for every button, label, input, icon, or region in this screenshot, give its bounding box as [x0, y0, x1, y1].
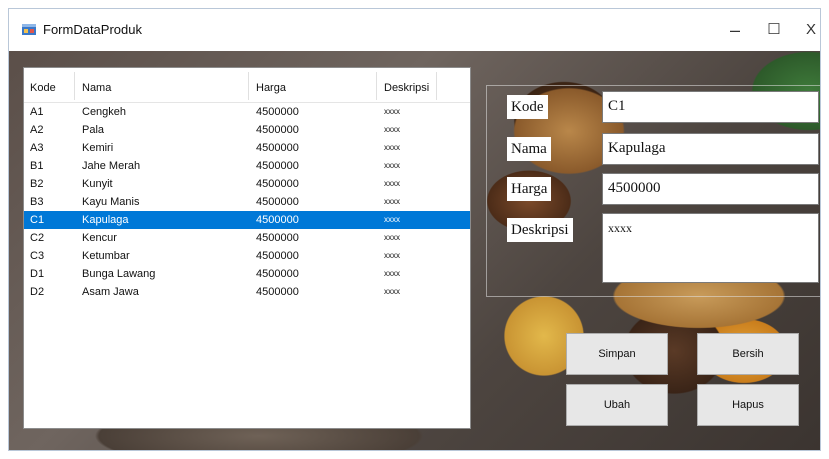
cell-harga: 4500000: [256, 214, 299, 226]
bersih-button[interactable]: Bersih: [697, 333, 799, 375]
cell-deskripsi: xxxx: [384, 215, 400, 224]
cell-kode: B3: [30, 196, 44, 208]
kode-field[interactable]: C1: [602, 91, 819, 123]
cell-kode: B2: [30, 178, 44, 190]
app-window: FormDataProduk – ☐ X Kode Nama Harga Des…: [8, 8, 821, 451]
cell-deskripsi: xxxx: [384, 107, 400, 116]
cell-deskripsi: xxxx: [384, 287, 400, 296]
cell-kode: A2: [30, 124, 44, 136]
window-title: FormDataProduk: [43, 22, 142, 37]
minimize-button[interactable]: –: [715, 15, 755, 45]
cell-harga: 4500000: [256, 142, 299, 154]
deskripsi-textarea[interactable]: xxxx: [602, 213, 819, 283]
cell-kode: B1: [30, 160, 44, 172]
nama-label: Nama: [507, 137, 551, 161]
column-header-kode[interactable]: Kode: [30, 82, 56, 94]
cell-harga: 4500000: [256, 106, 299, 118]
cell-deskripsi: xxxx: [384, 125, 400, 134]
cell-deskripsi: xxxx: [384, 161, 400, 170]
column-header-harga[interactable]: Harga: [256, 82, 286, 94]
table-row[interactable]: D2 Asam Jawa 4500000 xxxx: [24, 283, 470, 301]
listview-header: Kode Nama Harga Deskripsi: [24, 68, 470, 103]
table-row[interactable]: D1 Bunga Lawang 4500000 xxxx: [24, 265, 470, 283]
cell-deskripsi: xxxx: [384, 251, 400, 260]
cell-nama: Kunyit: [82, 178, 113, 190]
cell-harga: 4500000: [256, 178, 299, 190]
cell-nama: Jahe Merah: [82, 160, 141, 172]
harga-label: Harga: [507, 177, 552, 201]
close-button[interactable]: X: [791, 15, 820, 45]
app-form-icon: [22, 24, 36, 35]
cell-harga: 4500000: [256, 196, 299, 208]
cell-kode: A1: [30, 106, 44, 118]
cell-deskripsi: xxxx: [384, 179, 400, 188]
ubah-button[interactable]: Ubah: [566, 384, 668, 426]
cell-deskripsi: xxxx: [384, 233, 400, 242]
cell-kode: C1: [30, 214, 45, 226]
cell-harga: 4500000: [256, 232, 299, 244]
table-row[interactable]: A3 Kemiri 4500000 xxxx: [24, 139, 470, 157]
hapus-button[interactable]: Hapus: [697, 384, 799, 426]
product-listview[interactable]: Kode Nama Harga Deskripsi A1 Cengkeh 450…: [23, 67, 471, 429]
column-divider[interactable]: [376, 72, 377, 100]
cell-kode: D1: [30, 268, 45, 280]
form-background: Kode Nama Harga Deskripsi A1 Cengkeh 450…: [9, 51, 820, 450]
cell-harga: 4500000: [256, 286, 299, 298]
maximize-button[interactable]: ☐: [754, 15, 794, 45]
cell-deskripsi: xxxx: [384, 269, 400, 278]
cell-deskripsi: xxxx: [384, 197, 400, 206]
deskripsi-label: Deskripsi: [507, 218, 573, 242]
table-row[interactable]: C2 Kencur 4500000 xxxx: [24, 229, 470, 247]
table-row[interactable]: A2 Pala 4500000 xxxx: [24, 121, 470, 139]
cell-nama: Asam Jawa: [82, 286, 139, 298]
cell-harga: 4500000: [256, 268, 299, 280]
cell-kode: C3: [30, 250, 45, 262]
kode-label: Kode: [507, 95, 548, 119]
table-row[interactable]: B3 Kayu Manis 4500000 xxxx: [24, 193, 470, 211]
cell-kode: D2: [30, 286, 45, 298]
table-row[interactable]: B1 Jahe Merah 4500000 xxxx: [24, 157, 470, 175]
column-divider[interactable]: [436, 72, 437, 100]
cell-nama: Kayu Manis: [82, 196, 140, 208]
column-divider[interactable]: [74, 72, 75, 100]
simpan-button[interactable]: Simpan: [566, 333, 668, 375]
harga-field[interactable]: 4500000: [602, 173, 819, 205]
cell-harga: 4500000: [256, 250, 299, 262]
cell-kode: A3: [30, 142, 44, 154]
cell-nama: Ketumbar: [82, 250, 130, 262]
cell-harga: 4500000: [256, 124, 299, 136]
title-bar[interactable]: FormDataProduk – ☐ X: [9, 9, 820, 51]
cell-nama: Bunga Lawang: [82, 268, 156, 280]
column-header-deskripsi[interactable]: Deskripsi: [384, 82, 429, 94]
table-row[interactable]: A1 Cengkeh 4500000 xxxx: [24, 103, 470, 121]
cell-kode: C2: [30, 232, 45, 244]
table-row[interactable]: B2 Kunyit 4500000 xxxx: [24, 175, 470, 193]
column-divider[interactable]: [248, 72, 249, 100]
cell-nama: Kapulaga: [82, 214, 129, 226]
table-row-selected[interactable]: C1 Kapulaga 4500000 xxxx: [24, 211, 470, 229]
nama-field[interactable]: Kapulaga: [602, 133, 819, 165]
column-header-nama[interactable]: Nama: [82, 82, 111, 94]
cell-nama: Kemiri: [82, 142, 114, 154]
cell-nama: Pala: [82, 124, 105, 136]
cell-harga: 4500000: [256, 160, 299, 172]
cell-nama: Kencur: [82, 232, 117, 244]
cell-nama: Cengkeh: [82, 106, 127, 118]
table-row[interactable]: C3 Ketumbar 4500000 xxxx: [24, 247, 470, 265]
cell-deskripsi: xxxx: [384, 143, 400, 152]
